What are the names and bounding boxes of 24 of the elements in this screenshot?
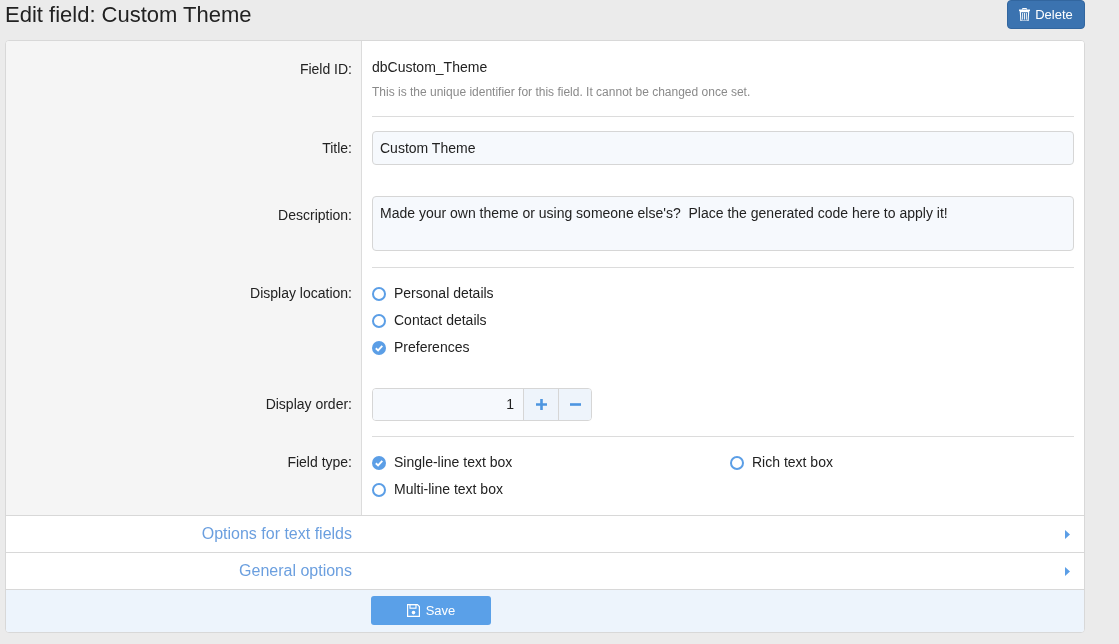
field-label: Display location: — [250, 284, 352, 303]
field-label: Description: — [278, 206, 352, 225]
field-label: Field ID: — [299, 60, 352, 79]
help-text: This is the unique identifier for this field. It cannot be changed once set. — [372, 84, 752, 101]
field-label: Title: — [322, 139, 352, 158]
increment-button[interactable] — [523, 389, 558, 420]
radio-option[interactable]: Rich text box — [730, 449, 833, 476]
delete-button[interactable]: Delete — [1007, 0, 1085, 29]
number-field[interactable]: 1 — [373, 389, 523, 420]
radio-option[interactable]: Multi-line text box — [372, 476, 503, 503]
field-label: Display order: — [265, 395, 352, 414]
field-id-value: dbCustom_Theme — [372, 58, 489, 77]
radio-option[interactable]: Preferences — [372, 334, 470, 361]
radio-option[interactable]: Contact details — [372, 307, 487, 334]
page-title: Edit field: Custom Theme — [5, 1, 252, 29]
radio-option[interactable]: Personal details — [372, 280, 494, 307]
text-field[interactable]: Custom Theme — [372, 131, 1074, 165]
field-label: Field type: — [287, 453, 352, 472]
trash-icon — [1019, 8, 1031, 21]
textarea-field[interactable]: Made your own theme or using someone else's? Place the generated code here to apply it! — [372, 196, 1074, 251]
decrement-button[interactable] — [558, 389, 591, 420]
plus-icon — [535, 399, 547, 410]
minus-icon — [569, 403, 581, 406]
radio-option[interactable]: Single-line text box — [372, 449, 513, 476]
